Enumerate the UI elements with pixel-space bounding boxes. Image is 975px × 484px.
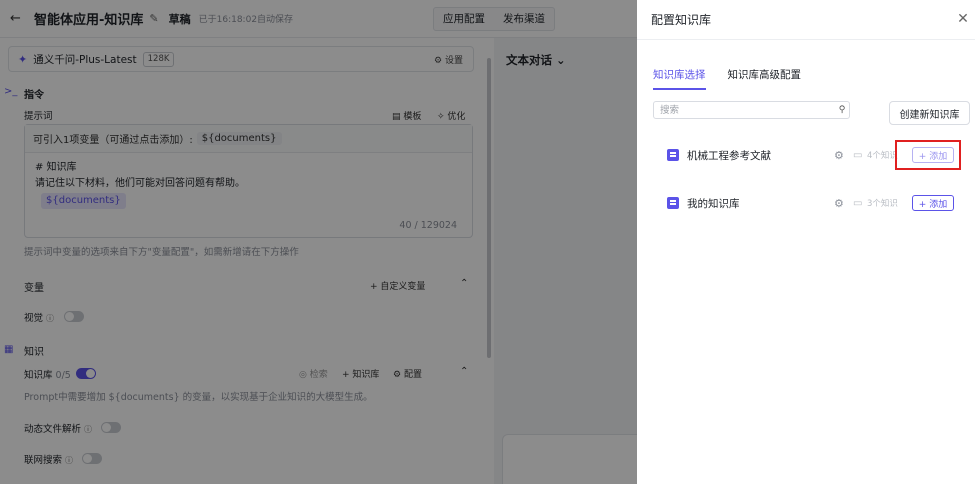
add-kb-item-button[interactable]: + 添加: [912, 195, 954, 211]
drawer-tabs: 知识库选择 知识库高级配置: [653, 67, 823, 90]
drawer-title: 配置知识库: [651, 13, 712, 27]
create-kb-button[interactable]: 创建新知识库: [889, 101, 970, 125]
tab-kb-select[interactable]: 知识库选择: [653, 67, 706, 90]
highlight-box: [895, 140, 961, 170]
kb-doc-icon: [667, 197, 679, 209]
folder-icon: ▭: [853, 149, 863, 161]
kb-item-count: 4个知识: [867, 151, 898, 161]
tab-kb-advanced[interactable]: 知识库高级配置: [728, 67, 802, 90]
kb-name: 我的知识库: [687, 197, 740, 210]
search-input[interactable]: [660, 102, 835, 118]
search-icon[interactable]: ⚲: [835, 105, 849, 115]
kb-name: 机械工程参考文献: [687, 149, 771, 162]
kb-list-item: 我的知识库 ⚙ ▭ 3个知识 + 添加: [667, 193, 957, 213]
drawer-header: 配置知识库: [637, 0, 975, 40]
kb-search: ⚲: [653, 101, 850, 119]
gear-icon[interactable]: ⚙: [834, 149, 844, 162]
kb-doc-icon: [667, 149, 679, 161]
kb-config-drawer: 配置知识库 ✕ 知识库选择 知识库高级配置 ⚲ 创建新知识库 机械工程参考文献 …: [637, 0, 975, 484]
gear-icon[interactable]: ⚙: [834, 197, 844, 210]
kb-item-count: 3个知识: [867, 199, 898, 209]
folder-icon: ▭: [853, 197, 863, 209]
close-icon[interactable]: ✕: [955, 11, 971, 27]
